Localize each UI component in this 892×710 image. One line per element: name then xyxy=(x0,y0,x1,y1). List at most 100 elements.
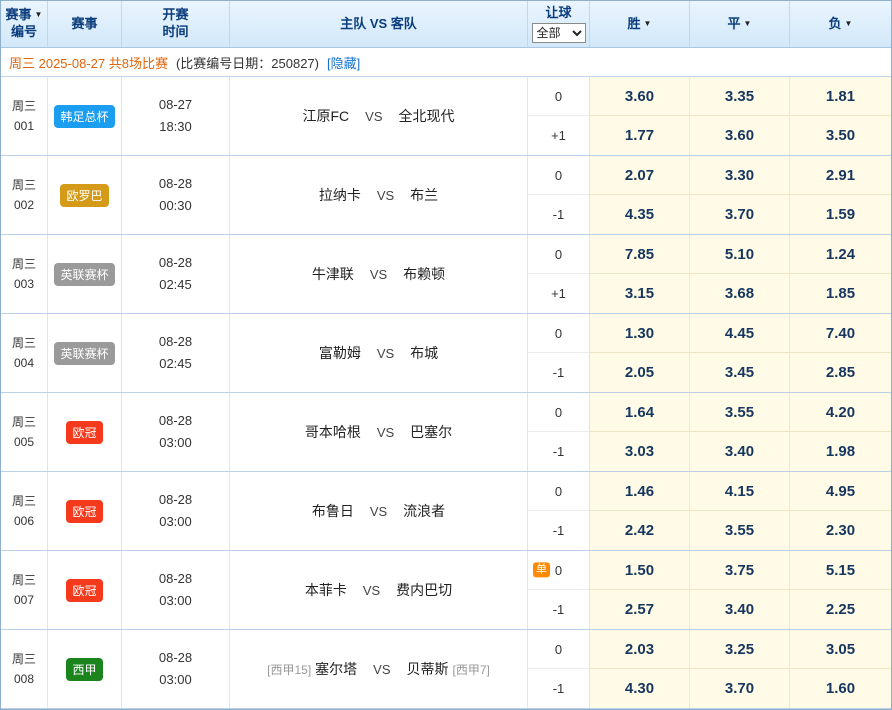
vs-label: VS xyxy=(373,662,390,677)
odds-draw-line1[interactable]: 3.75 xyxy=(690,551,790,590)
odds-lose-line1[interactable]: 3.05 xyxy=(790,630,891,669)
odds-lose-line2[interactable]: 2.30 xyxy=(790,511,891,550)
time-cell: 08-28 02:45 xyxy=(122,314,230,392)
vs-label: VS xyxy=(365,109,382,124)
odds-win-line1[interactable]: 1.50 xyxy=(590,551,690,590)
odds-lose-line1[interactable]: 4.20 xyxy=(790,393,891,432)
match-day-summary: 周三 2025-08-27 共8场比赛 xyxy=(9,53,168,72)
header-time-label2: 时间 xyxy=(162,24,188,41)
odds-win-line2[interactable]: 3.15 xyxy=(590,274,690,313)
odds-lose-line1[interactable]: 1.24 xyxy=(790,235,891,274)
odds-lose-line1[interactable]: 4.95 xyxy=(790,472,891,511)
match-day: 周三 xyxy=(12,570,36,590)
match-time: 00:30 xyxy=(159,195,192,217)
odds-lose-line2[interactable]: 3.50 xyxy=(790,116,891,155)
odds-lose-line1[interactable]: 7.40 xyxy=(790,314,891,353)
odds-win-line2[interactable]: 2.57 xyxy=(590,590,690,629)
odds-win-line1[interactable]: 1.46 xyxy=(590,472,690,511)
league-cell: 韩足总杯 xyxy=(48,77,122,155)
odds-win-line1[interactable]: 3.60 xyxy=(590,77,690,116)
odds-lose-line2[interactable]: 2.25 xyxy=(790,590,891,629)
odds-lose-line2[interactable]: 1.98 xyxy=(790,432,891,471)
league-badge: 西甲 xyxy=(66,658,102,681)
match-no: 008 xyxy=(14,669,34,689)
sort-down-icon[interactable]: ▼ xyxy=(744,19,752,29)
hide-link[interactable]: [隐藏] xyxy=(327,53,360,72)
match-date: 08-28 xyxy=(159,410,192,432)
odds-win-line1[interactable]: 7.85 xyxy=(590,235,690,274)
header-win[interactable]: 胜 ▼ xyxy=(590,1,690,47)
time-cell: 08-28 03:00 xyxy=(122,393,230,471)
match-number-cell: 周三 004 xyxy=(1,314,48,392)
match-row: 周三 008 西甲 08-28 03:00 [西甲15] 塞尔塔 VS 贝蒂斯 … xyxy=(1,630,891,709)
away-team: 全北现代 xyxy=(399,106,455,126)
sort-down-icon[interactable]: ▼ xyxy=(845,19,853,29)
vs-label: VS xyxy=(363,583,380,598)
handicap-line2: -1 xyxy=(528,669,590,708)
odds-draw-line2[interactable]: 3.70 xyxy=(690,195,790,234)
odds-win-line2[interactable]: 4.30 xyxy=(590,669,690,708)
odds-draw-line2[interactable]: 3.60 xyxy=(690,116,790,155)
match-date: 08-28 xyxy=(159,173,192,195)
odds-lose-line2[interactable]: 1.85 xyxy=(790,274,891,313)
match-time: 02:45 xyxy=(159,274,192,296)
odds-lose-line2[interactable]: 1.59 xyxy=(790,195,891,234)
vs-label: VS xyxy=(377,188,394,203)
teams-cell: 江原FC VS 全北现代 xyxy=(230,77,528,155)
odds-draw-line2[interactable]: 3.70 xyxy=(690,669,790,708)
odds-win-line2[interactable]: 2.05 xyxy=(590,353,690,392)
odds-win-line1[interactable]: 1.64 xyxy=(590,393,690,432)
odds-win-line2[interactable]: 1.77 xyxy=(590,116,690,155)
odds-win-line1[interactable]: 1.30 xyxy=(590,314,690,353)
odds-lose-line2[interactable]: 2.85 xyxy=(790,353,891,392)
match-date: 08-27 xyxy=(159,94,192,116)
header-draw[interactable]: 平 ▼ xyxy=(690,1,790,47)
odds-win-line1[interactable]: 2.03 xyxy=(590,630,690,669)
teams-cell: 哥本哈根 VS 巴塞尔 xyxy=(230,393,528,471)
match-number-cell: 周三 003 xyxy=(1,235,48,313)
match-number-cell: 周三 001 xyxy=(1,77,48,155)
header-match-no[interactable]: 赛事 ▼ 编号 xyxy=(1,1,48,47)
sort-down-icon[interactable]: ▼ xyxy=(35,10,43,20)
odds-lose-line2[interactable]: 1.60 xyxy=(790,669,891,708)
handicap-filter-select[interactable]: 全部 xyxy=(532,23,586,43)
odds-draw-line2[interactable]: 3.68 xyxy=(690,274,790,313)
odds-draw-line1[interactable]: 4.45 xyxy=(690,314,790,353)
sort-down-icon[interactable]: ▼ xyxy=(644,19,652,29)
odds-lose-line1[interactable]: 1.81 xyxy=(790,77,891,116)
odds-table: 赛事 ▼ 编号 赛事 开赛 时间 主队 VS 客队 让球 全部 胜 ▼ 平 xyxy=(0,0,892,710)
odds-draw-line1[interactable]: 3.30 xyxy=(690,156,790,195)
away-team: 流浪者 xyxy=(403,501,445,521)
handicap-line1: 0 xyxy=(528,77,590,116)
handicap-value: -1 xyxy=(553,207,565,222)
match-time: 02:45 xyxy=(159,353,192,375)
handicap-line1: 单 0 xyxy=(528,551,590,590)
handicap-line2: -1 xyxy=(528,590,590,629)
league-badge: 英联赛杯 xyxy=(54,342,114,365)
odds-draw-line2[interactable]: 3.40 xyxy=(690,432,790,471)
odds-win-line2[interactable]: 4.35 xyxy=(590,195,690,234)
odds-lose-line1[interactable]: 5.15 xyxy=(790,551,891,590)
header-time: 开赛 时间 xyxy=(122,1,230,47)
odds-win-line2[interactable]: 2.42 xyxy=(590,511,690,550)
odds-win-line2[interactable]: 3.03 xyxy=(590,432,690,471)
odds-draw-line1[interactable]: 3.35 xyxy=(690,77,790,116)
odds-draw-line2[interactable]: 3.45 xyxy=(690,353,790,392)
odds-draw-line1[interactable]: 4.15 xyxy=(690,472,790,511)
odds-draw-line2[interactable]: 3.40 xyxy=(690,590,790,629)
home-team: 哥本哈根 xyxy=(305,422,361,442)
handicap-value: -1 xyxy=(553,444,565,459)
match-date: 08-28 xyxy=(159,252,192,274)
odds-draw-line1[interactable]: 5.10 xyxy=(690,235,790,274)
odds-lose-line1[interactable]: 2.91 xyxy=(790,156,891,195)
handicap-line1: 0 xyxy=(528,314,590,353)
odds-win-line1[interactable]: 2.07 xyxy=(590,156,690,195)
league-badge: 欧罗巴 xyxy=(60,184,108,207)
home-team: 牛津联 xyxy=(312,264,354,284)
odds-draw-line1[interactable]: 3.25 xyxy=(690,630,790,669)
time-cell: 08-27 18:30 xyxy=(122,77,230,155)
header-lose[interactable]: 负 ▼ xyxy=(790,1,891,47)
league-cell: 西甲 xyxy=(48,630,122,708)
odds-draw-line2[interactable]: 3.55 xyxy=(690,511,790,550)
odds-draw-line1[interactable]: 3.55 xyxy=(690,393,790,432)
